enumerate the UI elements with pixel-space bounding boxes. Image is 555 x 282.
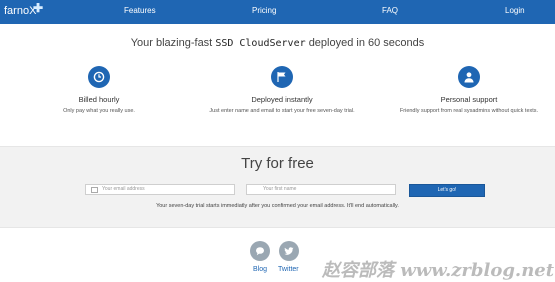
first-name-field[interactable]: Your first name bbox=[246, 184, 396, 195]
twitter-icon[interactable] bbox=[279, 241, 299, 261]
nav-pricing[interactable]: Pricing bbox=[252, 6, 276, 15]
hero-prefix: Your blazing-fast bbox=[130, 37, 213, 49]
nav-features[interactable]: Features bbox=[124, 6, 156, 15]
first-name-placeholder: Your first name bbox=[263, 186, 297, 192]
flag-icon bbox=[271, 66, 293, 88]
trial-heading: Try for free bbox=[241, 155, 314, 172]
clock-icon bbox=[88, 66, 110, 88]
logo-plus-icon: ✚ bbox=[33, 1, 44, 15]
trial-section: Try for free Your email address Your fir… bbox=[0, 146, 555, 228]
footer-link-twitter[interactable]: Twitter bbox=[278, 266, 299, 273]
lets-go-button[interactable]: Let's go! bbox=[409, 184, 485, 197]
user-icon bbox=[458, 66, 480, 88]
nav-login[interactable]: Login bbox=[505, 6, 525, 15]
feature-title-support: Personal support bbox=[440, 95, 498, 104]
trial-note: Your seven-day trial starts immediatly a… bbox=[156, 203, 399, 209]
top-navbar: farnoX ✚ Features Pricing FAQ Login bbox=[0, 0, 555, 24]
envelope-icon bbox=[91, 187, 98, 193]
feature-desc-support: Friendly support from real sysadmins wit… bbox=[399, 108, 539, 114]
blog-icon[interactable] bbox=[250, 241, 270, 261]
email-placeholder: Your email address bbox=[102, 186, 145, 192]
watermark-text: 赵容部落 www.zrblog.net bbox=[322, 260, 555, 281]
feature-desc-billed: Only pay what you really use. bbox=[63, 108, 135, 114]
hero-headline: Your blazing-fast SSD CloudServer deploy… bbox=[0, 37, 555, 49]
logo[interactable]: farnoX bbox=[4, 5, 36, 17]
email-field[interactable]: Your email address bbox=[85, 184, 235, 195]
feature-title-billed: Billed hourly bbox=[78, 95, 120, 104]
feature-title-deployed: Deployed instantly bbox=[251, 95, 313, 104]
feature-desc-deployed: Just enter name and email to start your … bbox=[209, 108, 355, 114]
footer-link-blog[interactable]: Blog bbox=[253, 266, 267, 273]
hero-product: SSD CloudServer bbox=[215, 38, 306, 49]
hero-suffix: deployed in 60 seconds bbox=[308, 37, 425, 49]
nav-faq[interactable]: FAQ bbox=[382, 6, 398, 15]
